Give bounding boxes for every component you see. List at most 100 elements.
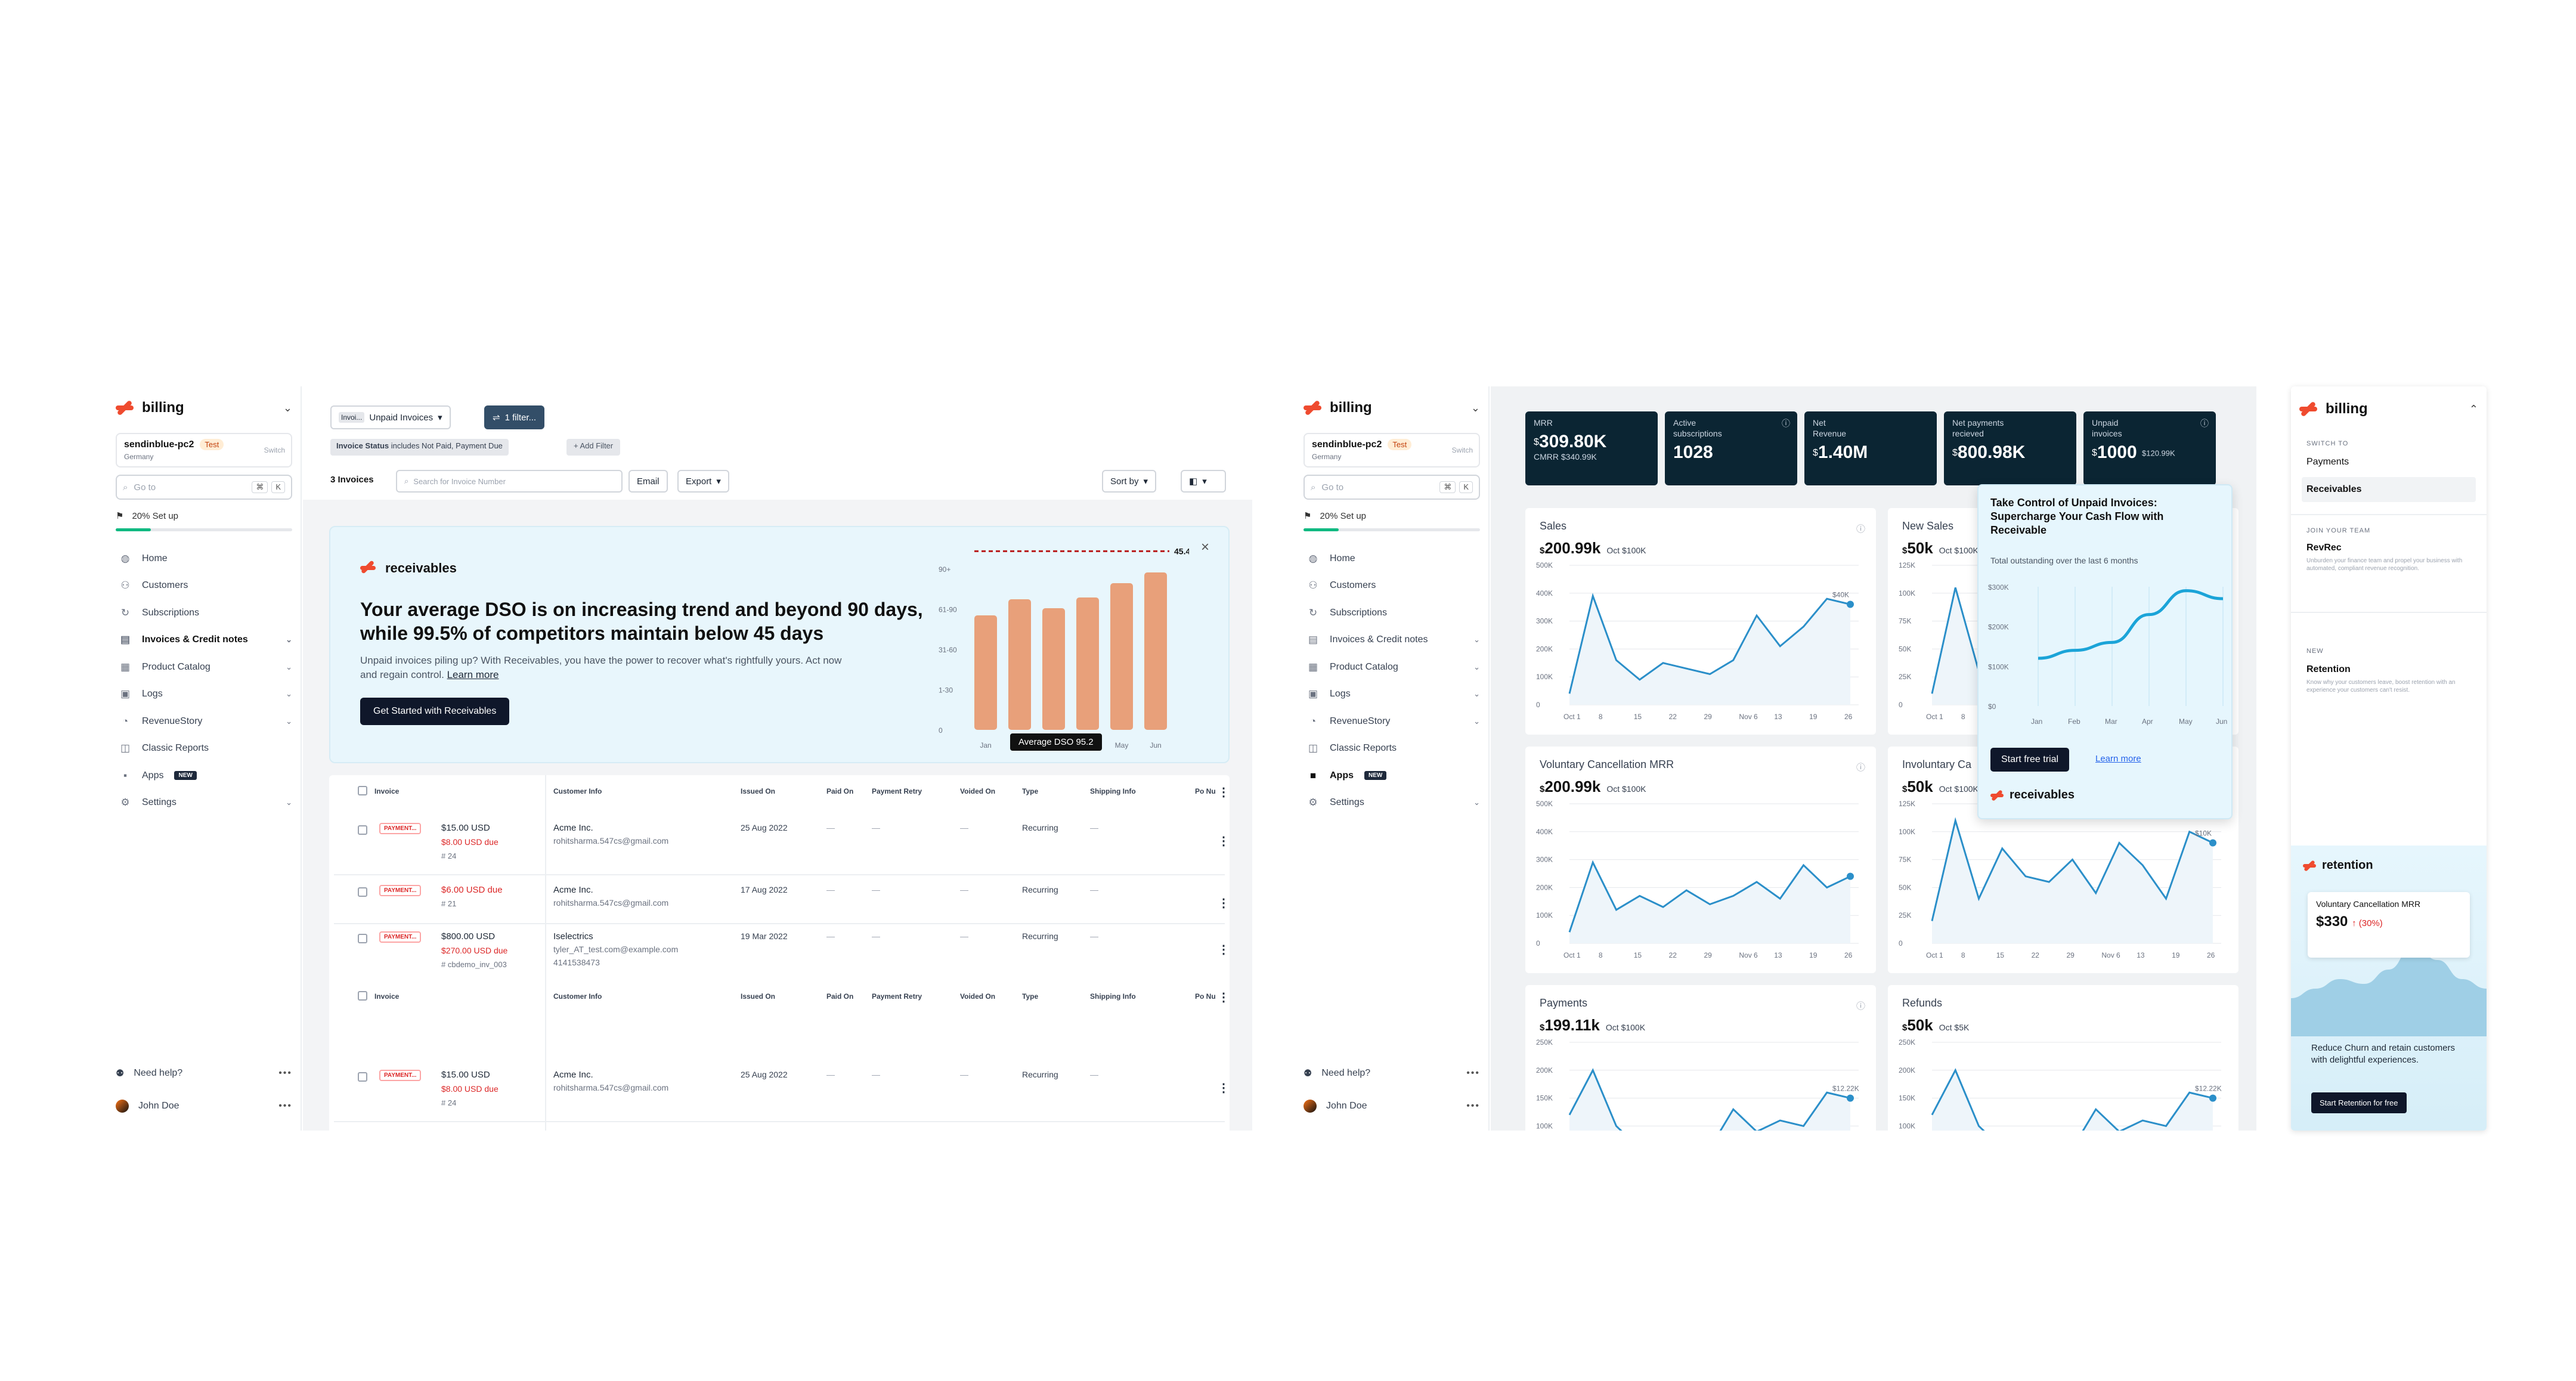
- column-header[interactable]: Issued On: [741, 787, 775, 795]
- info-icon[interactable]: ⓘ: [1856, 999, 1865, 1012]
- switch-option-payments[interactable]: Payments: [2306, 457, 2349, 467]
- start-free-trial-button[interactable]: Start free trial: [1990, 748, 2070, 772]
- column-header[interactable]: Po Nu: [1195, 787, 1216, 795]
- add-filter-button[interactable]: + Add Filter: [566, 439, 621, 456]
- sidebar-item-subscriptions[interactable]: ↻ Subscriptions: [1304, 599, 1480, 627]
- column-header[interactable]: Payment Retry: [872, 787, 922, 795]
- sidebar-item-apps[interactable]: ▪ Apps NEW: [116, 762, 292, 789]
- setup-progress[interactable]: ⚑ 20% Set up: [1304, 510, 1480, 522]
- column-header[interactable]: Voided On: [960, 787, 995, 795]
- switch-option-receivables[interactable]: Receivables: [2302, 477, 2476, 502]
- row-checkbox[interactable]: [358, 934, 367, 943]
- kpi-card[interactable]: Net payments recieved $800.98K: [1944, 411, 2076, 485]
- column-header[interactable]: Po Nu: [1195, 992, 1216, 1001]
- site-switcher[interactable]: sendinblue-pc2 Test Germany Switch: [116, 433, 292, 467]
- more-icon[interactable]: •••: [278, 1101, 292, 1111]
- sidebar-item-product-catalog[interactable]: ▦ Product Catalog ⌄: [1304, 654, 1480, 681]
- row-actions-icon[interactable]: ⋮: [1218, 896, 1230, 911]
- sort-button[interactable]: Sort by ▾: [1102, 470, 1157, 493]
- email-button[interactable]: Email: [628, 470, 668, 493]
- status-filter-chip[interactable]: Invoice Status includes Not Paid, Paymen…: [330, 439, 509, 456]
- row-checkbox[interactable]: [358, 1072, 367, 1082]
- sidebar-item-logs[interactable]: ▣ Logs ⌄: [1304, 681, 1480, 708]
- popover-learn-more-link[interactable]: Learn more: [2095, 754, 2141, 764]
- sidebar-item-revenuestory[interactable]: ◔ RevenueStory ⌄: [116, 708, 292, 735]
- invoice-search-input[interactable]: ⌕ Search for Invoice Number: [396, 470, 623, 493]
- info-icon[interactable]: ⓘ: [1856, 522, 1865, 535]
- columns-button[interactable]: ◧ ▾: [1181, 470, 1226, 493]
- row-actions-icon[interactable]: ⋮: [1218, 1080, 1230, 1095]
- close-icon[interactable]: ×: [1201, 539, 1209, 556]
- metric-card[interactable]: Voluntary Cancellation MRR $200.99k Oct $1…: [1525, 747, 1876, 973]
- metric-card[interactable]: Refunds $50k Oct $5K 0 50K 100K 150K 200K 250K $1…: [1888, 985, 2238, 1131]
- kpi-card[interactable]: MRR $309.80K CMRR $340.99K: [1525, 411, 1658, 485]
- switcher-header[interactable]: billing ⌃: [2299, 396, 2478, 422]
- sidebar-item-invoices[interactable]: ▤ Invoices & Credit notes ⌄: [1304, 627, 1480, 654]
- sidebar-header[interactable]: billing ⌄: [1304, 395, 1480, 421]
- need-help[interactable]: ⚉ Need help? •••: [1304, 1067, 1480, 1079]
- column-header[interactable]: Type: [1022, 992, 1038, 1001]
- sidebar-item-product-catalog[interactable]: ▦ Product Catalog ⌄: [116, 654, 292, 681]
- sidebar-item-classic-reports[interactable]: ◫ Classic Reports: [1304, 735, 1480, 763]
- sidebar-item-classic-reports[interactable]: ◫ Classic Reports: [116, 735, 292, 763]
- export-button[interactable]: Export ▾: [677, 470, 729, 493]
- column-header[interactable]: Shipping Info: [1090, 992, 1136, 1001]
- user-menu[interactable]: John Doe •••: [116, 1100, 292, 1113]
- learn-more-link[interactable]: Learn more: [447, 669, 499, 680]
- customer-name[interactable]: Acme Inc.: [553, 1070, 593, 1080]
- column-header[interactable]: Payment Retry: [872, 992, 922, 1001]
- row-checkbox[interactable]: [358, 887, 367, 897]
- row-checkbox[interactable]: [358, 825, 367, 835]
- column-header[interactable]: Shipping Info: [1090, 787, 1136, 795]
- info-icon[interactable]: ⓘ: [1782, 417, 1790, 429]
- get-started-button[interactable]: Get Started with Receivables: [360, 698, 510, 725]
- filter-button[interactable]: ⇌ 1 filter...: [484, 405, 545, 429]
- select-all-checkbox[interactable]: [358, 786, 367, 795]
- start-retention-button[interactable]: Start Retention for free: [2311, 1092, 2407, 1113]
- column-menu-icon[interactable]: ⋮: [1218, 785, 1230, 800]
- kpi-card[interactable]: Unpaid invoices $1000 $120.99K ⓘ: [2083, 411, 2216, 485]
- column-header[interactable]: Customer Info: [553, 992, 602, 1001]
- switch-link[interactable]: Switch: [264, 446, 285, 454]
- column-header[interactable]: Paid On: [826, 787, 853, 795]
- select-all-checkbox[interactable]: [358, 991, 367, 1001]
- sidebar-item-customers[interactable]: ⚇ Customers: [116, 572, 292, 600]
- invoice-amount[interactable]: $15.00 USD: [441, 823, 490, 833]
- more-icon[interactable]: •••: [1466, 1068, 1480, 1079]
- row-actions-icon[interactable]: ⋮: [1218, 942, 1230, 957]
- chevron-up-icon[interactable]: ⌃: [2469, 403, 2478, 416]
- sidebar-item-apps[interactable]: ■ Apps NEW: [1304, 762, 1480, 789]
- sidebar-item-home[interactable]: ◍ Home: [116, 545, 292, 572]
- column-header[interactable]: Type: [1022, 787, 1038, 795]
- info-icon[interactable]: ⓘ: [2200, 417, 2209, 429]
- sidebar-header[interactable]: billing ⌄: [116, 395, 292, 421]
- more-icon[interactable]: •••: [278, 1068, 292, 1079]
- column-header[interactable]: Customer Info: [553, 787, 602, 795]
- more-icon[interactable]: •••: [1466, 1101, 1480, 1111]
- goto-search[interactable]: ⌕ Go to ⌘ K: [1304, 475, 1480, 500]
- row-actions-icon[interactable]: ⋮: [1218, 834, 1230, 849]
- column-header[interactable]: Issued On: [741, 992, 775, 1001]
- retention-title[interactable]: Retention: [2306, 664, 2351, 675]
- sidebar-item-settings[interactable]: ⚙ Settings ⌄: [1304, 789, 1480, 817]
- view-selector[interactable]: Invoi... Unpaid Invoices ▾: [330, 405, 451, 429]
- column-menu-icon[interactable]: ⋮: [1218, 990, 1230, 1005]
- invoice-amount[interactable]: $800.00 USD: [441, 931, 495, 942]
- site-switcher[interactable]: sendinblue-pc2 Test Germany Switch: [1304, 433, 1480, 467]
- customer-name[interactable]: Acme Inc.: [553, 885, 593, 895]
- invoice-amount[interactable]: $6.00 USD due: [441, 885, 503, 895]
- sidebar-item-invoices[interactable]: ▤ Invoices & Credit notes ⌄: [116, 627, 292, 654]
- column-header[interactable]: Voided On: [960, 992, 995, 1001]
- info-icon[interactable]: ⓘ: [1856, 761, 1865, 773]
- customer-name[interactable]: Iselectrics: [553, 931, 593, 942]
- invoice-amount[interactable]: $15.00 USD: [441, 1070, 490, 1080]
- customer-name[interactable]: Acme Inc.: [553, 823, 593, 833]
- chevron-down-icon[interactable]: ⌄: [283, 402, 292, 414]
- kpi-card[interactable]: Active subscriptions 1028 ⓘ: [1665, 411, 1797, 485]
- kpi-card[interactable]: Net Revenue $1.40M: [1804, 411, 1937, 485]
- setup-progress[interactable]: ⚑ 20% Set up: [116, 510, 292, 522]
- column-header[interactable]: Invoice: [374, 787, 399, 795]
- chevron-down-icon[interactable]: ⌄: [1471, 402, 1480, 414]
- user-menu[interactable]: John Doe •••: [1304, 1100, 1480, 1113]
- metric-card[interactable]: Payments $199.11k Oct $100K ⓘ 0 50K 100K 150K 20…: [1525, 985, 1876, 1131]
